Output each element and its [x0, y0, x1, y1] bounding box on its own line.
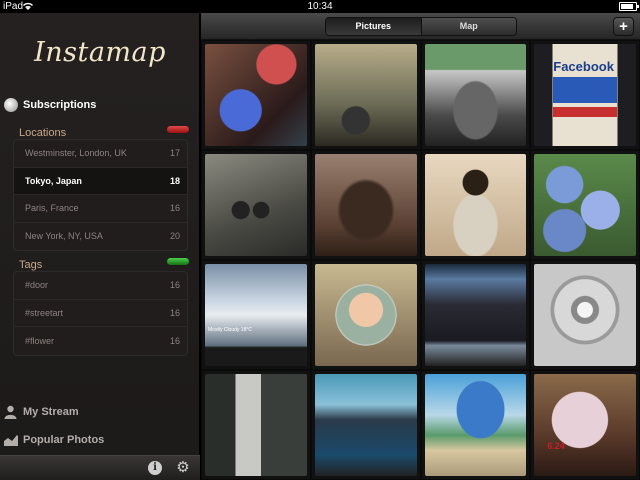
locations-color-pill: [167, 126, 189, 133]
book-cover-stripe: [553, 107, 618, 117]
tag-count: 16: [169, 307, 180, 318]
view-segmented-control: Pictures Map: [325, 17, 517, 36]
tags-header: Tags: [19, 255, 189, 271]
location-name: Westminster, London, UK: [25, 148, 127, 159]
gear-icon[interactable]: ⚙: [175, 460, 191, 476]
photo-thumbnail[interactable]: [530, 150, 640, 260]
location-count: 17: [169, 148, 180, 159]
photo-thumbnail[interactable]: [420, 150, 531, 260]
photo-thumbnail[interactable]: [420, 260, 531, 370]
location-row[interactable]: Tokyo, Japan 18: [14, 167, 187, 195]
photo-weather-caption: Mostly Cloudy 18°C: [208, 327, 252, 333]
clock: 10:34: [307, 1, 333, 12]
location-row[interactable]: Paris, France 16: [14, 195, 187, 223]
app-logo: Instamap: [34, 37, 166, 68]
info-icon[interactable]: i: [148, 461, 162, 475]
add-button[interactable]: +: [613, 17, 634, 36]
chart-icon: [4, 435, 18, 446]
location-count: 16: [169, 203, 180, 214]
sidebar: Instamap Subscriptions Locations Westmin…: [0, 13, 200, 480]
photo-book-title: Facebook: [553, 59, 614, 74]
main-content: Pictures Map + Facebook Mostly Cloudy 18…: [201, 13, 640, 480]
location-name: Paris, France: [25, 203, 79, 214]
photo-thumbnail[interactable]: [420, 40, 531, 150]
location-name: New York, NY, USA: [25, 231, 103, 242]
location-name: Tokyo, Japan: [25, 175, 82, 186]
locations-header: Locations: [19, 123, 189, 139]
photo-thumbnail[interactable]: [530, 260, 640, 370]
tab-map[interactable]: Map: [420, 18, 516, 35]
popular-photos-label: Popular Photos: [23, 434, 105, 446]
globe-icon: [4, 98, 18, 112]
locations-list: Westminster, London, UK 17 Tokyo, Japan 18 P…: [13, 139, 188, 251]
location-row[interactable]: New York, NY, USA 20: [14, 223, 187, 251]
subscriptions-label: Subscriptions: [23, 99, 97, 111]
photo-grid: Facebook Mostly Cloudy 18°C 6.24: [201, 40, 640, 480]
photo-thumbnail[interactable]: [201, 40, 311, 150]
tag-name: #flower: [25, 335, 55, 346]
tag-name: #streetart: [25, 307, 64, 318]
photo-thumbnail[interactable]: 6.24: [530, 370, 640, 480]
photo-thumbnail[interactable]: [310, 40, 421, 150]
popular-photos-item[interactable]: Popular Photos: [4, 432, 104, 448]
photo-thumbnail[interactable]: Facebook: [530, 40, 640, 150]
location-count: 20: [169, 231, 180, 242]
tags-label: Tags: [19, 259, 43, 271]
photo-thumbnail[interactable]: [310, 370, 421, 480]
tab-pictures[interactable]: Pictures: [326, 18, 421, 35]
photo-poster-date: 6.24: [547, 441, 565, 451]
navigation-bar: Pictures Map +: [201, 13, 640, 40]
sidebar-toolbar: i ⚙: [0, 455, 200, 480]
tag-count: 16: [169, 280, 180, 291]
tags-color-pill: [167, 258, 189, 265]
photo-thumbnail[interactable]: [310, 260, 421, 370]
locations-label: Locations: [19, 127, 67, 139]
subscriptions-header[interactable]: Subscriptions: [4, 97, 96, 113]
status-bar: iPad 10:34: [0, 0, 640, 13]
location-row[interactable]: Westminster, London, UK 17: [14, 140, 187, 168]
photo-thumbnail[interactable]: [420, 370, 531, 480]
battery-level: [621, 4, 633, 9]
tag-row[interactable]: #flower 16: [14, 327, 187, 355]
book-cover-band: [553, 77, 618, 103]
tags-list: #door 16 #streetart 16 #flower 16: [13, 271, 188, 356]
tag-row[interactable]: #door 16: [14, 272, 187, 300]
tag-count: 16: [169, 335, 180, 346]
tag-row[interactable]: #streetart 16: [14, 300, 187, 327]
photo-thumbnail[interactable]: [201, 150, 311, 260]
location-count: 18: [169, 175, 180, 186]
tag-name: #door: [25, 280, 49, 291]
person-icon: [4, 405, 17, 419]
photo-thumbnail[interactable]: [310, 150, 421, 260]
photo-thumbnail[interactable]: [201, 370, 311, 480]
my-stream-item[interactable]: My Stream: [4, 404, 79, 420]
photo-thumbnail[interactable]: Mostly Cloudy 18°C: [201, 260, 311, 370]
battery-icon: [619, 2, 639, 11]
my-stream-label: My Stream: [23, 406, 79, 418]
